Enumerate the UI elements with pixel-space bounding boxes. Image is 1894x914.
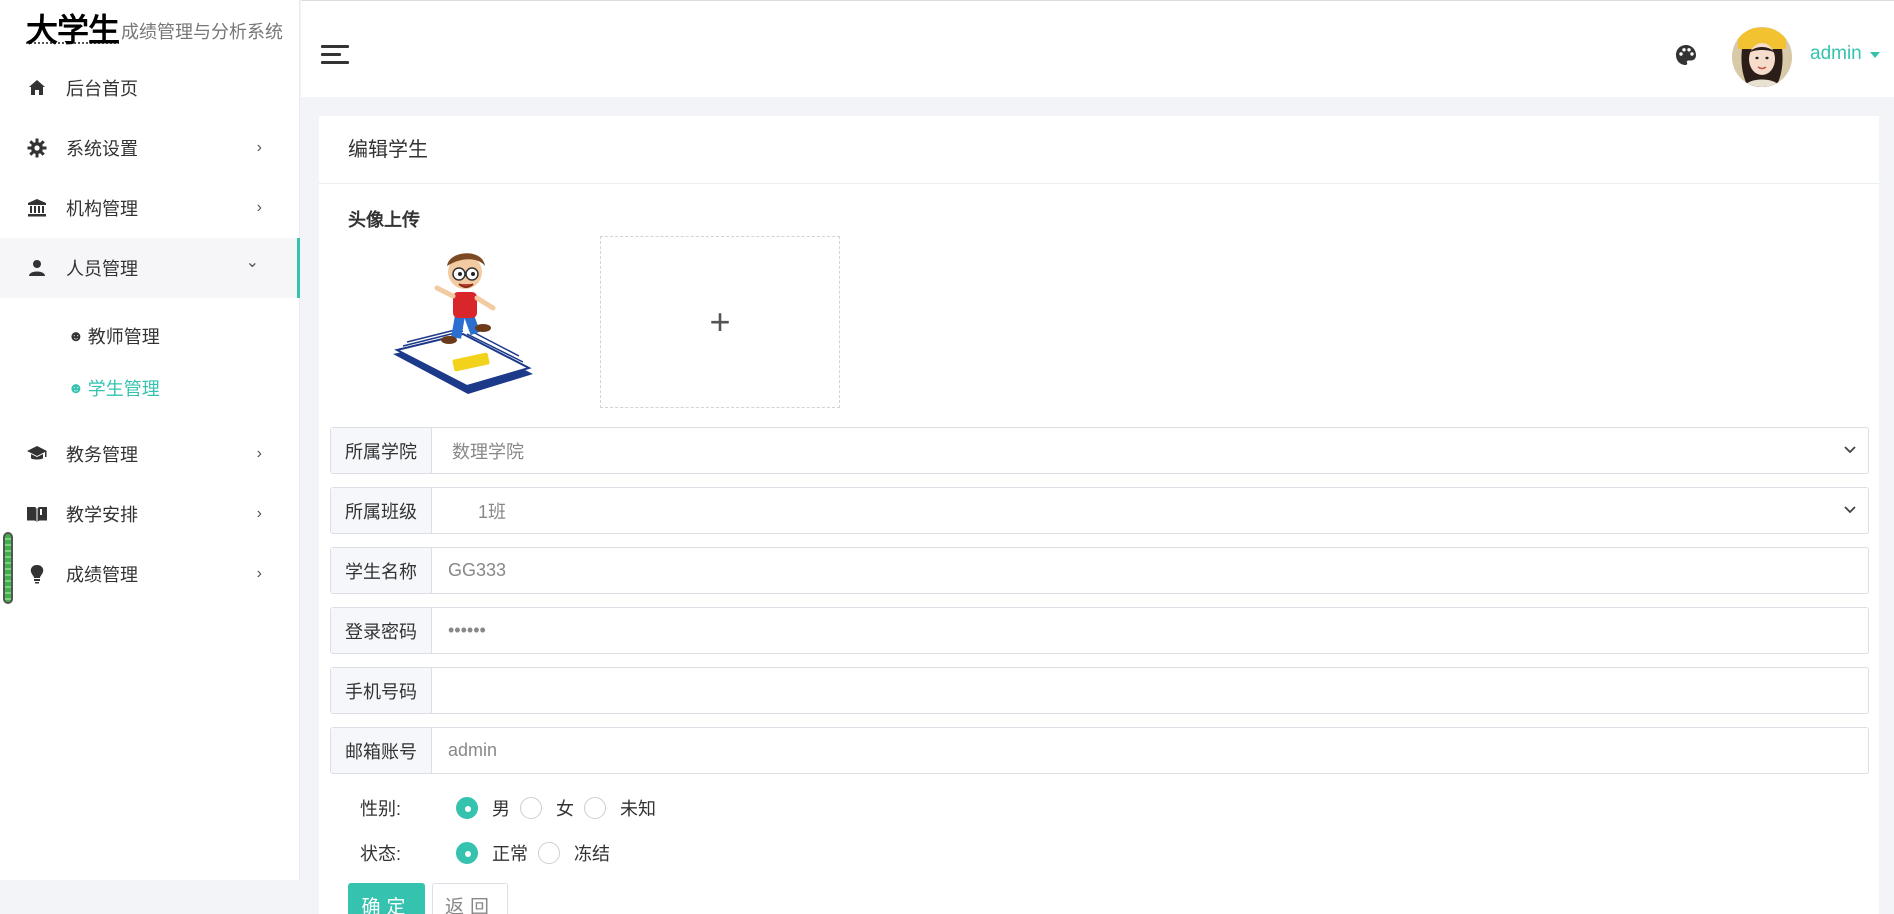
page-title: 编辑学生 <box>319 116 1879 184</box>
email-input[interactable] <box>448 728 1868 773</box>
sidebar-item-teaching-schedule[interactable]: 教学安排 › <box>0 484 300 544</box>
smile-icon: ☻ <box>68 379 84 397</box>
college-select-row: 所属学院 数理学院 <box>330 427 1869 474</box>
radio-label: 冻结 <box>574 844 610 864</box>
app-brand: 大学生 成绩管理与分析系统 <box>26 10 283 50</box>
status-normal-radio[interactable]: 正常 <box>456 840 528 866</box>
sidebar-item-label: 人员管理 <box>66 259 138 279</box>
gender-female-radio[interactable]: 女 <box>520 795 574 821</box>
radio-dot <box>456 842 478 864</box>
chevron-down-icon <box>1844 446 1856 454</box>
gender-male-radio[interactable]: 男 <box>456 795 510 821</box>
password-row: 登录密码 <box>330 607 1869 654</box>
phone-label: 手机号码 <box>331 668 432 713</box>
gender-label: 性别: <box>360 799 402 819</box>
college-selected-value: 数理学院 <box>452 441 524 462</box>
sidebar-item-label: 系统设置 <box>66 139 138 159</box>
sidebar-item-label: 成绩管理 <box>66 565 138 585</box>
chevron-right-icon: › <box>256 139 262 156</box>
radio-label: 男 <box>492 799 510 819</box>
avatar-preview-image <box>383 244 543 404</box>
institution-icon <box>26 197 48 219</box>
edit-student-card: 编辑学生 头像上传 + 所属学院 数理学院 所属班级 1班 学生名称 GG333… <box>319 116 1879 914</box>
sidebar-subitem-label: 教师管理 <box>87 327 160 347</box>
user-name-dropdown[interactable]: admin <box>1810 43 1862 65</box>
sidebar-item-system-settings[interactable]: 系统设置 › <box>0 118 300 178</box>
sidebar-menu: 后台首页 系统设置 › 机构管理 › 人员管理 ⌄ ☻ 教师管理 ☻ 学生管理 … <box>0 58 300 604</box>
book-icon <box>26 503 48 525</box>
status-radio-group: 状态: 正常 冻结 <box>360 838 620 868</box>
sidebar-item-academic-affairs[interactable]: 教务管理 › <box>0 424 300 484</box>
sidebar-item-home[interactable]: 后台首页 <box>0 58 300 118</box>
radio-label: 未知 <box>620 799 656 819</box>
sidebar-item-label: 教务管理 <box>66 445 138 465</box>
sidebar-item-label: 机构管理 <box>66 199 138 219</box>
radio-label: 女 <box>556 799 574 819</box>
plus-icon: + <box>709 301 731 342</box>
person-icon <box>26 257 48 279</box>
college-select[interactable]: 数理学院 <box>432 428 1868 473</box>
user-avatar[interactable] <box>1732 27 1792 87</box>
password-input[interactable] <box>448 608 1868 653</box>
email-field-wrap <box>432 728 1868 773</box>
gear-icon <box>26 137 48 159</box>
sidebar-item-label: 教学安排 <box>66 505 138 525</box>
back-button[interactable]: 返回 <box>432 883 508 914</box>
phone-input[interactable] <box>448 668 1868 713</box>
sidebar-item-institution[interactable]: 机构管理 › <box>0 178 300 238</box>
home-icon <box>26 77 48 99</box>
student-name-row: 学生名称 <box>330 547 1869 594</box>
radio-dot <box>520 797 542 819</box>
chevron-right-icon: › <box>256 505 262 522</box>
brand-title: 大学生 <box>26 12 120 48</box>
status-frozen-radio[interactable]: 冻结 <box>538 840 610 866</box>
chevron-right-icon: › <box>256 445 262 462</box>
chevron-right-icon: › <box>256 565 262 582</box>
radio-dot <box>538 842 560 864</box>
avatar-upload-button[interactable]: + <box>600 236 840 408</box>
chevron-down-icon <box>1844 506 1856 514</box>
confirm-button[interactable]: 确定 <box>348 883 425 914</box>
email-label: 邮箱账号 <box>331 728 432 773</box>
top-header: admin <box>301 0 1894 97</box>
phone-row: 手机号码 <box>330 667 1869 714</box>
bulb-icon <box>26 563 48 585</box>
sidebar-item-label: 后台首页 <box>66 79 138 99</box>
password-label: 登录密码 <box>331 608 432 653</box>
phone-field-wrap <box>432 668 1868 713</box>
hamburger-menu-icon[interactable] <box>321 45 349 65</box>
class-selected-value: 1班 <box>478 501 507 522</box>
college-label: 所属学院 <box>331 428 432 473</box>
sidebar-subitem-students[interactable]: ☻ 学生管理 <box>0 362 300 414</box>
student-name-label: 学生名称 <box>331 548 432 593</box>
chevron-right-icon: › <box>256 199 262 216</box>
smile-icon: ☻ <box>68 327 84 345</box>
class-label: 所属班级 <box>331 488 432 533</box>
class-select-row: 所属班级 1班 <box>330 487 1869 534</box>
student-name-field-wrap <box>432 548 1868 593</box>
sidebar-subitem-label: 学生管理 <box>87 379 160 399</box>
student-name-input[interactable] <box>448 548 1868 593</box>
sidebar-subitem-teachers[interactable]: ☻ 教师管理 <box>0 310 300 362</box>
chevron-down-icon: ⌄ <box>245 254 259 271</box>
password-field-wrap <box>432 608 1868 653</box>
status-label: 状态: <box>360 844 402 864</box>
personnel-submenu: ☻ 教师管理 ☻ 学生管理 <box>0 298 300 424</box>
class-select[interactable]: 1班 <box>432 488 1868 533</box>
caret-down-icon[interactable] <box>1870 52 1880 58</box>
brand-subtitle: 成绩管理与分析系统 <box>121 22 284 42</box>
sidebar: 大学生 成绩管理与分析系统 后台首页 系统设置 › 机构管理 › 人员管理 ⌄ … <box>0 0 300 880</box>
avatar-upload-label: 头像上传 <box>348 210 420 230</box>
radio-dot <box>584 797 606 819</box>
radio-dot <box>456 797 478 819</box>
email-row: 邮箱账号 <box>330 727 1869 774</box>
scrollbar-handle[interactable] <box>3 532 13 604</box>
graduation-cap-icon <box>26 443 48 465</box>
sidebar-item-grades[interactable]: 成绩管理 › <box>0 544 300 604</box>
radio-label: 正常 <box>492 844 528 864</box>
sidebar-item-personnel[interactable]: 人员管理 ⌄ <box>0 238 300 298</box>
palette-icon[interactable] <box>1674 43 1698 67</box>
gender-radio-group: 性别: 男 女 未知 <box>360 793 666 823</box>
gender-unknown-radio[interactable]: 未知 <box>584 795 656 821</box>
